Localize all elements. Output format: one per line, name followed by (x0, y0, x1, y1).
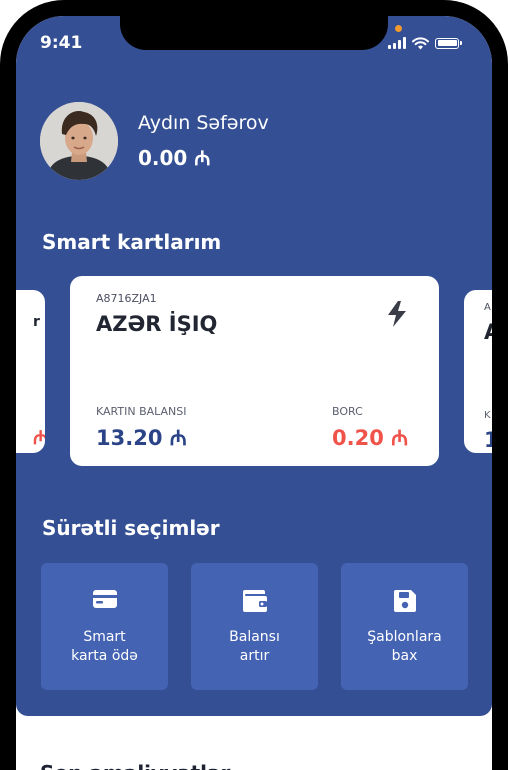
user-name: Aydın Səfərov (138, 112, 269, 134)
phone-screen: 9:41 Aydın Səfərov 0.00 ₼ Smart kartları… (16, 16, 492, 770)
card-name-fragment: A (484, 320, 492, 344)
card-debt-value: 0.20 ₼ (332, 426, 409, 450)
card-debt-label: BORC (332, 405, 363, 418)
status-time: 9:41 (40, 33, 83, 53)
battery-icon (435, 37, 462, 49)
hero-panel: 9:41 Aydın Səfərov 0.00 ₼ Smart kartları… (16, 16, 492, 716)
avatar[interactable] (40, 102, 118, 180)
card-value-fragment: ₼ (33, 427, 45, 449)
tile-label-line2: artır (239, 648, 270, 664)
credit-card-icon (92, 590, 117, 608)
user-balance: 0.00 ₼ (138, 146, 211, 170)
smart-cards-title: Smart kartlarım (42, 230, 222, 254)
recent-transactions-title: Son əməliyyatlar (40, 761, 230, 770)
card-code-fragment: A (484, 302, 491, 313)
camera-indicator-dot (395, 25, 402, 32)
smart-card-prev[interactable]: r ₼ (16, 290, 45, 453)
card-balance-label: KARTIN BALANSI (96, 405, 187, 418)
cellular-signal-icon (388, 37, 406, 49)
card-name-fragment: r (33, 314, 40, 330)
lightning-icon (388, 301, 406, 327)
wallet-icon (242, 590, 267, 612)
pay-smart-card-button[interactable]: Smart karta ödə (41, 563, 168, 690)
tile-label-line1: Şablonlara (367, 629, 442, 645)
tile-label-line1: Smart (83, 629, 126, 645)
smart-card-next[interactable]: A A K 1 (464, 290, 492, 453)
wifi-icon (412, 36, 429, 49)
card-balance-value: 13.20 ₼ (96, 426, 187, 450)
device-notch (120, 16, 388, 50)
card-value-fragment: 1 (484, 428, 492, 452)
card-name: AZƏR İŞIQ (96, 312, 218, 336)
save-icon (393, 590, 416, 612)
card-label-fragment: K (484, 410, 491, 421)
view-templates-button[interactable]: Şablonlara bax (341, 563, 468, 690)
card-code: A8716ZJA1 (96, 292, 157, 305)
avatar-photo (40, 102, 118, 180)
top-up-balance-button[interactable]: Balansı artır (191, 563, 318, 690)
status-icons (388, 36, 462, 50)
tile-label-line2: karta ödə (71, 648, 138, 664)
tile-label-line2: bax (391, 648, 418, 664)
tile-label-line1: Balansı (229, 629, 280, 645)
quick-actions-title: Sürətli seçimlər (42, 516, 220, 540)
smart-card-azer-isiq[interactable]: A8716ZJA1 AZƏR İŞIQ KARTIN BALANSI 13.20… (70, 276, 439, 466)
